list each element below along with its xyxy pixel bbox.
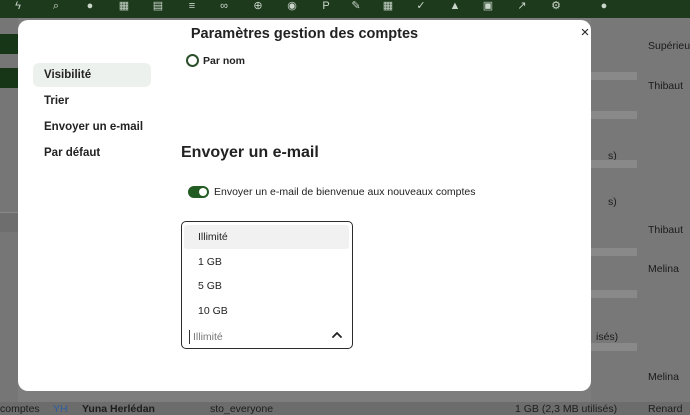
radio-button[interactable] — [186, 54, 199, 67]
nav-item-send-email[interactable]: Envoyer un e-mail — [33, 115, 151, 139]
progress-bar — [591, 160, 637, 168]
welcome-email-toggle[interactable] — [188, 186, 209, 198]
user-quota: 1 GB (2,3 MB utilisés) — [515, 403, 618, 415]
user-name: Yuna Herlédan — [82, 403, 155, 415]
table-cell: isés) — [596, 331, 619, 343]
column-header[interactable]: Supérieur — [648, 40, 690, 52]
select-option[interactable]: 10 GB — [184, 299, 349, 323]
settings-icon[interactable]: ⚙ — [548, 0, 564, 13]
user-manager: Renard — [648, 403, 683, 415]
user-icon[interactable]: ● — [82, 0, 98, 13]
graduation-icon[interactable]: ▲ — [447, 0, 463, 13]
background-table-right: Supérieur Thibaut s) s) Thibaut Melina i… — [591, 18, 690, 415]
search-icon[interactable]: ⌕ — [48, 0, 64, 13]
chart-icon[interactable]: ↗ — [514, 0, 530, 13]
sidebar-item[interactable] — [0, 212, 18, 232]
modal-title: Paramètres gestion des comptes — [190, 26, 419, 42]
nav-item-visibility[interactable]: Visibilité — [33, 63, 151, 87]
check-icon[interactable]: ✓ — [413, 0, 429, 13]
table-cell: Melina — [648, 371, 679, 383]
table-cell: Thibaut — [648, 224, 684, 236]
nav-item-defaults[interactable]: Par défaut — [33, 141, 151, 165]
select-option[interactable]: 5 GB — [184, 274, 349, 298]
table-cell: Thibaut — [648, 80, 684, 92]
text-icon[interactable]: ≡ — [184, 0, 200, 13]
select-option[interactable]: 1 GB — [184, 250, 349, 274]
bolt-icon[interactable]: ϟ — [10, 0, 26, 13]
progress-bar — [591, 72, 637, 80]
parking-icon[interactable]: P — [318, 0, 334, 13]
chevron-up-icon[interactable] — [330, 328, 344, 342]
progress-bar — [591, 248, 637, 256]
user-group: sto_everyone — [210, 403, 274, 415]
toggle-knob — [199, 188, 207, 196]
people-icon[interactable]: ◉ — [284, 0, 300, 13]
app-top-bar: ϟ ⌕ ● ▦ ▤ ≡ ∞ ⊕ ◉ P ✎ ▦ ✓ ▲ ▣ ↗ ⚙ ● — [0, 0, 690, 18]
close-button[interactable]: × — [578, 25, 592, 40]
user-icon[interactable]: ● — [596, 0, 612, 13]
globe-icon[interactable]: ⊕ — [250, 0, 266, 13]
table-cell: s) — [608, 196, 617, 208]
table-row[interactable]: comptes YH Yuna Herlédan sto_everyone 1 … — [0, 402, 690, 415]
quota-search-input[interactable] — [189, 330, 329, 344]
progress-bar — [591, 343, 637, 351]
settings-modal: Paramètres gestion des comptes Visibilit… — [18, 20, 591, 391]
table-cell: Melina — [648, 263, 679, 275]
table-icon[interactable]: ▦ — [380, 0, 396, 13]
grid-icon[interactable]: ▤ — [150, 0, 166, 13]
bus-icon[interactable]: ▣ — [480, 0, 496, 13]
progress-bar — [591, 111, 637, 119]
quota-select[interactable]: Illimité 1 GB 5 GB 10 GB — [181, 221, 353, 349]
settings-nav: Visibilité Trier Envoyer un e-mail Par d… — [33, 63, 151, 167]
sidebar-item[interactable] — [0, 34, 18, 54]
link-icon[interactable]: ∞ — [216, 0, 232, 13]
pen-icon[interactable]: ✎ — [348, 0, 364, 13]
progress-bar — [591, 290, 637, 298]
toggle-label: Envoyer un e-mail de bienvenue aux nouve… — [214, 186, 476, 198]
radio-label: Par nom — [203, 55, 246, 67]
calendar-icon[interactable]: ▦ — [116, 0, 132, 13]
sidebar-item[interactable] — [0, 68, 18, 88]
section-title: Envoyer un e-mail — [181, 144, 319, 161]
select-option[interactable]: Illimité — [184, 225, 349, 249]
avatar: YH — [53, 403, 68, 415]
sidebar-label: comptes — [0, 403, 40, 415]
nav-item-sort[interactable]: Trier — [33, 89, 151, 113]
